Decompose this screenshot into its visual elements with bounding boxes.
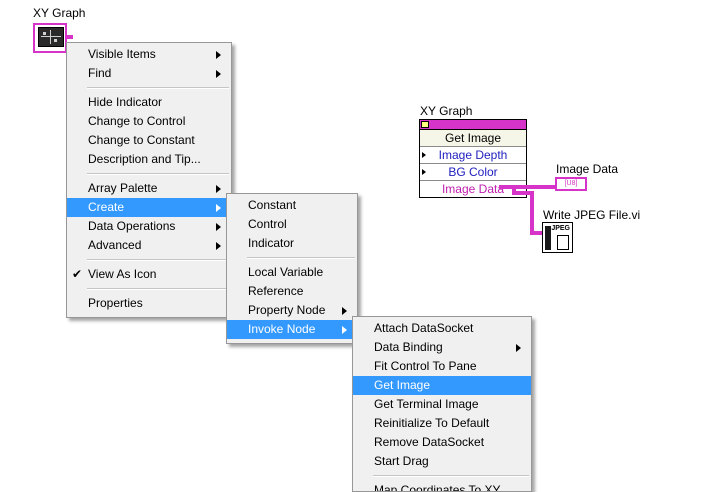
menu-item-visible-items[interactable]: Visible Items	[67, 45, 231, 64]
menu-separator	[69, 288, 229, 290]
menu-separator	[355, 475, 529, 477]
submenu-arrow-icon	[216, 223, 221, 231]
menu-item-control[interactable]: Control	[227, 215, 357, 234]
vi-label: Write JPEG File.vi	[543, 208, 641, 222]
input-arrow-icon	[422, 152, 426, 158]
menu-item-start-drag[interactable]: Start Drag	[353, 452, 531, 471]
submenu-arrow-icon	[216, 70, 221, 78]
submenu-arrow-icon	[216, 51, 221, 59]
menu-item-label: Array Palette	[88, 181, 158, 195]
menu-item-fit-control-to-pane[interactable]: Fit Control To Pane	[353, 357, 531, 376]
menu-item-label: Remove DataSocket	[374, 435, 485, 449]
menu-item-label: Get Image	[374, 378, 431, 392]
menu-item-label: Property Node	[248, 303, 326, 317]
submenu-arrow-icon	[342, 326, 347, 334]
context-menu: Visible Items Find Hide Indicator Change to…	[66, 42, 232, 318]
menu-item-label: Visible Items	[88, 47, 156, 61]
wire-segment[interactable]	[530, 191, 534, 235]
terminal-label: XY Graph	[33, 6, 86, 20]
menu-item-label: Find	[88, 66, 112, 80]
menu-item-label: Data Operations	[88, 219, 176, 233]
menu-item-label: Change to Constant	[88, 133, 195, 147]
submenu-arrow-icon	[216, 204, 221, 212]
menu-item-data-binding[interactable]: Data Binding	[353, 338, 531, 357]
menu-item-label: Control	[248, 217, 287, 231]
menu-item-reference[interactable]: Reference	[227, 282, 357, 301]
menu-item-get-terminal-image[interactable]: Get Terminal Image	[353, 395, 531, 414]
menu-item-view-as-icon[interactable]: ✔ View As Icon	[67, 265, 231, 284]
menu-item-change-to-control[interactable]: Change to Control	[67, 112, 231, 131]
wire-segment[interactable]	[499, 185, 555, 189]
menu-item-label: Data Binding	[374, 340, 443, 354]
menu-item-invoke-node[interactable]: Invoke Node	[227, 320, 357, 339]
document-icon	[557, 235, 569, 250]
menu-item-get-image[interactable]: Get Image	[353, 376, 531, 395]
menu-item-local-variable[interactable]: Local Variable	[227, 263, 357, 282]
wire-segment[interactable]	[530, 231, 542, 235]
menu-item-indicator[interactable]: Indicator	[227, 234, 357, 253]
menu-item-label: Description and Tip...	[88, 152, 201, 166]
menu-item-label: Change to Control	[88, 114, 186, 128]
menu-item-label: Hide Indicator	[88, 95, 163, 109]
menu-item-attach-datasocket[interactable]: Attach DataSocket	[353, 319, 531, 338]
menu-item-label: Create	[88, 200, 125, 214]
menu-item-property-node[interactable]: Property Node	[227, 301, 357, 320]
menu-item-constant[interactable]: Constant	[227, 196, 357, 215]
submenu-arrow-icon	[216, 185, 221, 193]
input-arrow-icon	[422, 169, 426, 175]
node-header	[420, 120, 526, 130]
checkmark-icon: ✔	[72, 267, 83, 281]
menu-item-create[interactable]: Create	[67, 198, 231, 217]
menu-item-label: Local Variable	[248, 265, 324, 279]
menu-item-reinitialize-to-default[interactable]: Reinitialize To Default	[353, 414, 531, 433]
menu-item-change-to-constant[interactable]: Change to Constant	[67, 131, 231, 150]
write-jpeg-vi-icon[interactable]: JPEG	[542, 222, 573, 253]
invoke-node-submenu: Attach DataSocket Data Binding Fit Control…	[352, 316, 532, 492]
indicator-label: Image Data	[556, 162, 619, 176]
param-bg-color[interactable]: BG Color	[420, 163, 526, 180]
create-submenu: Constant Control Indicator Local Variable Re…	[226, 193, 358, 344]
param-image-depth[interactable]: Image Depth	[420, 146, 526, 163]
menu-item-map-coordinates-to-xy[interactable]: Map Coordinates To XY	[353, 481, 531, 491]
menu-item-label: Get Terminal Image	[374, 397, 479, 411]
menu-item-label: Reference	[248, 284, 304, 298]
menu-item-label: Advanced	[88, 238, 142, 252]
menu-item-label: View As Icon	[88, 267, 157, 281]
submenu-arrow-icon	[216, 242, 221, 250]
submenu-arrow-icon	[516, 344, 521, 352]
menu-separator	[69, 259, 229, 261]
graph-screen-icon	[38, 27, 64, 47]
method-name: Get Image	[420, 130, 526, 146]
menu-item-description-and-tip[interactable]: Description and Tip...	[67, 150, 231, 169]
menu-item-data-operations[interactable]: Data Operations	[67, 217, 231, 236]
menu-item-remove-datasocket[interactable]: Remove DataSocket	[353, 433, 531, 452]
menu-item-find[interactable]: Find	[67, 64, 231, 83]
refnum-icon	[421, 121, 429, 128]
menu-item-label: Start Drag	[374, 454, 429, 468]
image-data-indicator-icon[interactable]: [U8]	[555, 177, 587, 191]
menu-separator	[229, 257, 355, 259]
menu-item-label: Invoke Node	[248, 322, 316, 336]
menu-item-array-palette[interactable]: Array Palette	[67, 179, 231, 198]
menu-item-hide-indicator[interactable]: Hide Indicator	[67, 93, 231, 112]
menu-item-label: Reinitialize To Default	[374, 416, 490, 430]
menu-item-advanced[interactable]: Advanced	[67, 236, 231, 255]
menu-item-label: Fit Control To Pane	[374, 359, 477, 373]
menu-item-label: Constant	[248, 198, 297, 212]
node-label: XY Graph	[420, 104, 473, 118]
xy-graph-terminal-icon[interactable]	[33, 23, 73, 53]
submenu-arrow-icon	[342, 307, 347, 315]
menu-item-properties[interactable]: Properties	[67, 294, 231, 313]
menu-item-label: Indicator	[248, 236, 295, 250]
menu-separator	[69, 173, 229, 175]
menu-item-label: Properties	[88, 296, 143, 310]
menu-separator	[69, 87, 229, 89]
menu-item-label: Attach DataSocket	[374, 321, 474, 335]
